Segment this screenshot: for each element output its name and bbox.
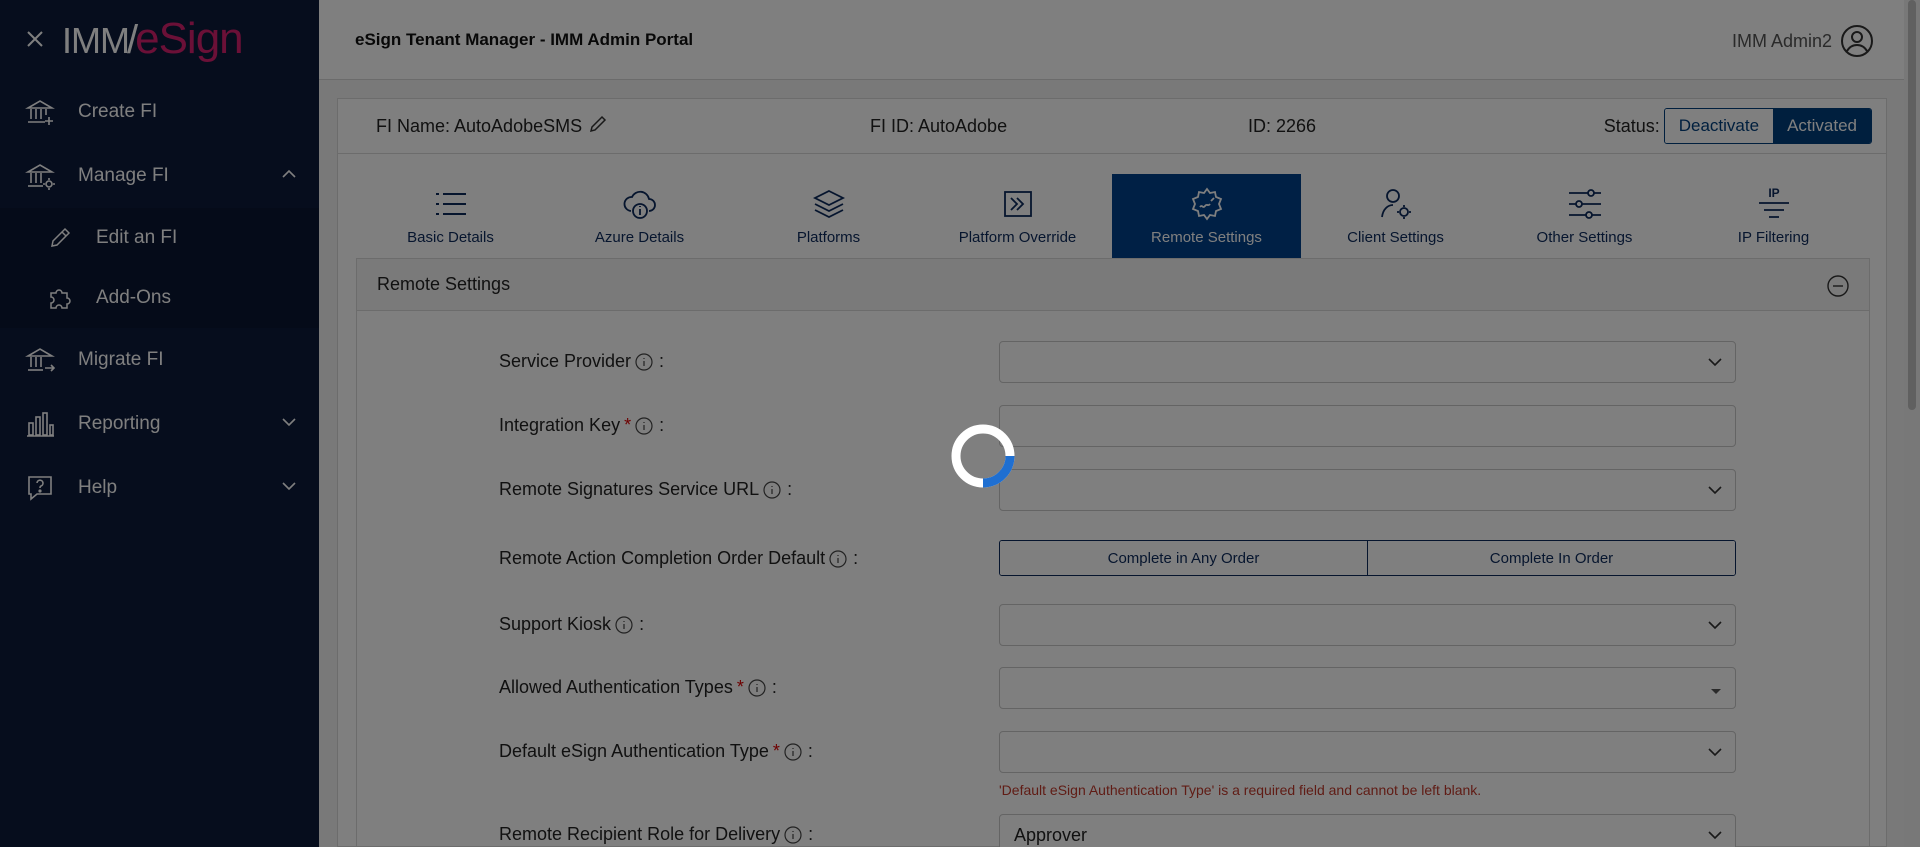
loading-overlay <box>0 0 1920 847</box>
loading-spinner-icon <box>951 424 1015 488</box>
